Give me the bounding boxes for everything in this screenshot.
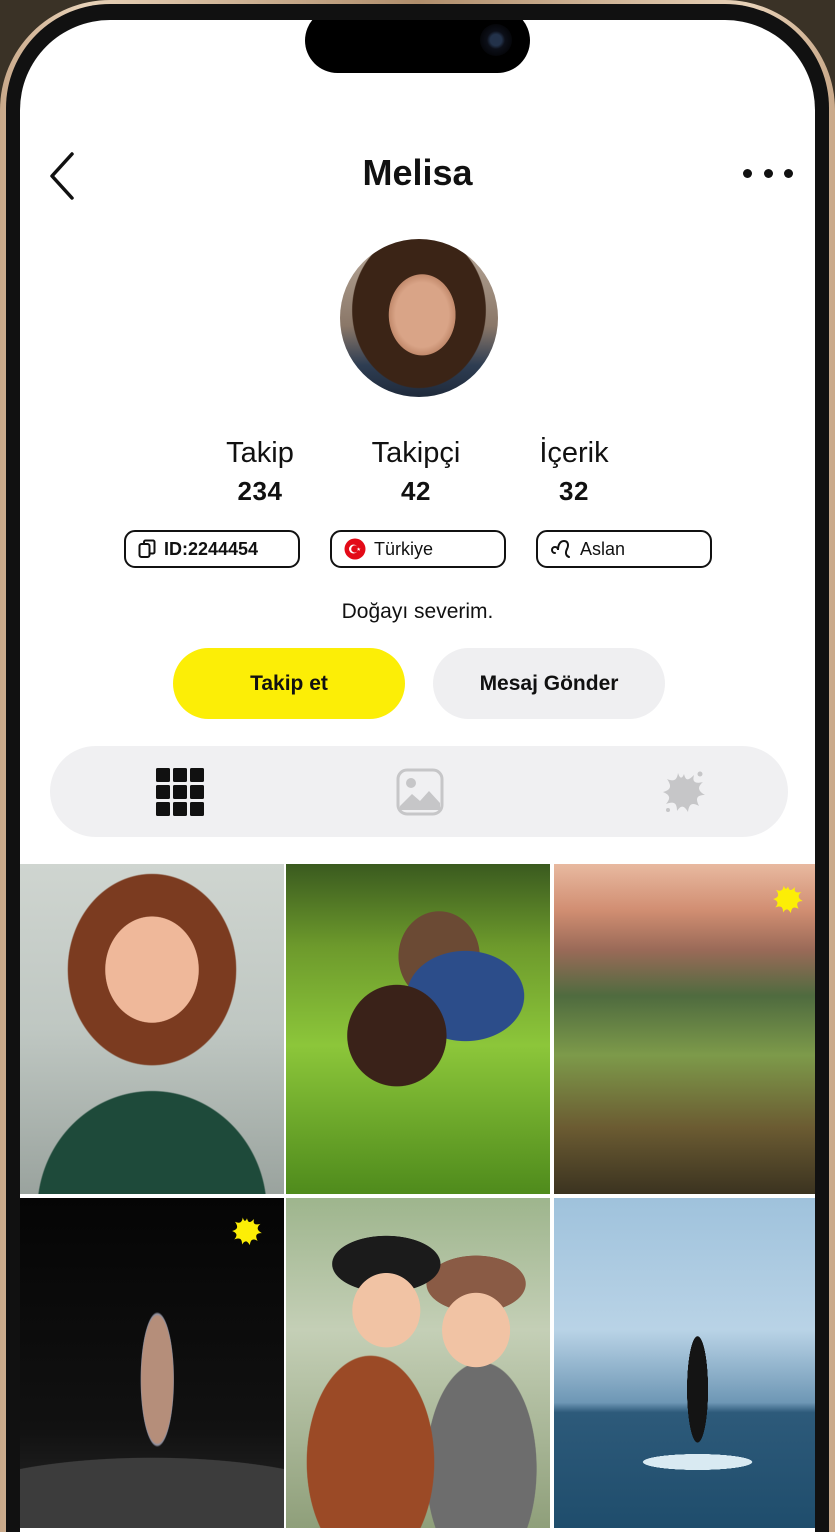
stat-label: Takip	[226, 437, 294, 469]
stat-following[interactable]: Takip 234	[180, 437, 340, 507]
image-icon	[396, 768, 444, 815]
follow-button[interactable]: Takip et	[173, 648, 405, 719]
dot-icon	[784, 168, 793, 178]
leo-zodiac-icon	[551, 539, 570, 558]
zodiac-chip[interactable]: Aslan	[536, 530, 712, 568]
turkey-flag-icon	[344, 538, 366, 560]
country-text: Türkiye	[374, 538, 434, 559]
post-thumbnail[interactable]	[554, 1198, 815, 1528]
country-chip[interactable]: Türkiye	[330, 530, 506, 568]
zodiac-text: Aslan	[580, 538, 626, 559]
stat-label: İçerik	[539, 437, 609, 469]
copy-icon	[138, 539, 156, 558]
tab-highlights[interactable]	[624, 746, 744, 837]
post-thumbnail[interactable]	[20, 1198, 284, 1528]
more-options-button[interactable]	[743, 160, 793, 186]
avatar	[340, 239, 498, 397]
grid-icon	[156, 767, 204, 816]
stat-followers[interactable]: Takipçi 42	[336, 437, 496, 507]
post-thumbnail[interactable]	[20, 864, 284, 1194]
splash-badge-icon	[232, 1217, 262, 1246]
content-tabs	[50, 746, 788, 837]
stat-content[interactable]: İçerik 32	[494, 437, 654, 507]
page-title: Melisa	[362, 152, 473, 193]
tab-grid[interactable]	[120, 746, 240, 837]
camera-icon	[480, 24, 512, 56]
post-thumbnail[interactable]	[554, 864, 815, 1194]
post-thumbnail[interactable]	[286, 864, 550, 1194]
stat-value: 234	[237, 476, 283, 506]
splash-badge-icon	[773, 885, 803, 914]
bio-text: Doğayı severim.	[341, 600, 494, 623]
send-message-button[interactable]: Mesaj Gönder	[433, 648, 665, 719]
user-id-chip[interactable]: ID:2244454	[124, 530, 300, 568]
dynamic-island	[305, 20, 530, 73]
stat-label: Takipçi	[371, 437, 461, 469]
post-thumbnail[interactable]	[286, 1198, 550, 1528]
stat-value: 42	[401, 476, 431, 506]
screen: Melisa Takip 234 Takipçi 42 İçerik 32 ID…	[20, 20, 815, 1532]
dot-icon	[763, 168, 773, 178]
profile-stats: Takip 234 Takipçi 42 İçerik 32	[20, 437, 815, 517]
tab-photos[interactable]	[360, 746, 480, 837]
dot-icon	[743, 168, 752, 178]
user-id-text: ID:2244454	[164, 538, 259, 559]
splash-icon	[663, 771, 705, 812]
stat-value: 32	[559, 476, 589, 506]
